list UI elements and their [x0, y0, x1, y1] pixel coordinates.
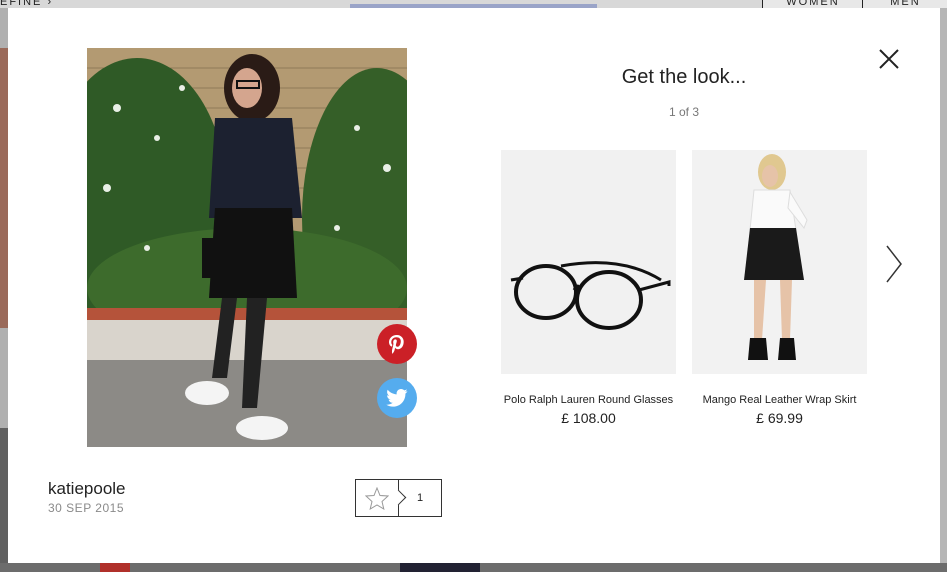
background-left-strip	[0, 8, 8, 564]
like-button[interactable]	[356, 480, 407, 516]
product-image-glasses[interactable]	[501, 150, 676, 374]
look-title: Get the look...	[621, 66, 747, 88]
post-date: 30 SEP 2015	[48, 501, 125, 515]
product-image-skirt[interactable]	[692, 150, 867, 374]
get-the-look-modal: katiepoole 30 SEP 2015 1 Get the look...…	[8, 8, 940, 563]
star-icon	[365, 486, 389, 510]
product-card[interactable]: Polo Ralph Lauren Round Glasses £ 108.00	[501, 150, 676, 426]
pager-indicator: 1 of 3	[668, 105, 700, 119]
product-name[interactable]: Polo Ralph Lauren Round Glasses	[501, 394, 676, 406]
pinterest-icon	[389, 335, 404, 354]
background-bottom-strip	[0, 563, 947, 572]
pinterest-share-button[interactable]	[377, 324, 417, 364]
author-username[interactable]: katiepoole	[48, 479, 126, 499]
refine-link: EFINE ›	[0, 0, 54, 8]
product-price: £ 69.99	[756, 410, 803, 426]
twitter-icon	[386, 389, 408, 407]
product-name[interactable]: Mango Real Leather Wrap Skirt	[692, 394, 867, 406]
background-right-strip	[940, 8, 947, 564]
chevron-right-icon[interactable]	[883, 244, 905, 284]
twitter-share-button[interactable]	[377, 378, 417, 418]
product-card[interactable]: Mango Real Leather Wrap Skirt £ 69.99	[692, 150, 867, 426]
outfit-photo	[87, 48, 407, 447]
like-widget: 1	[355, 479, 442, 517]
product-price: £ 108.00	[561, 410, 616, 426]
